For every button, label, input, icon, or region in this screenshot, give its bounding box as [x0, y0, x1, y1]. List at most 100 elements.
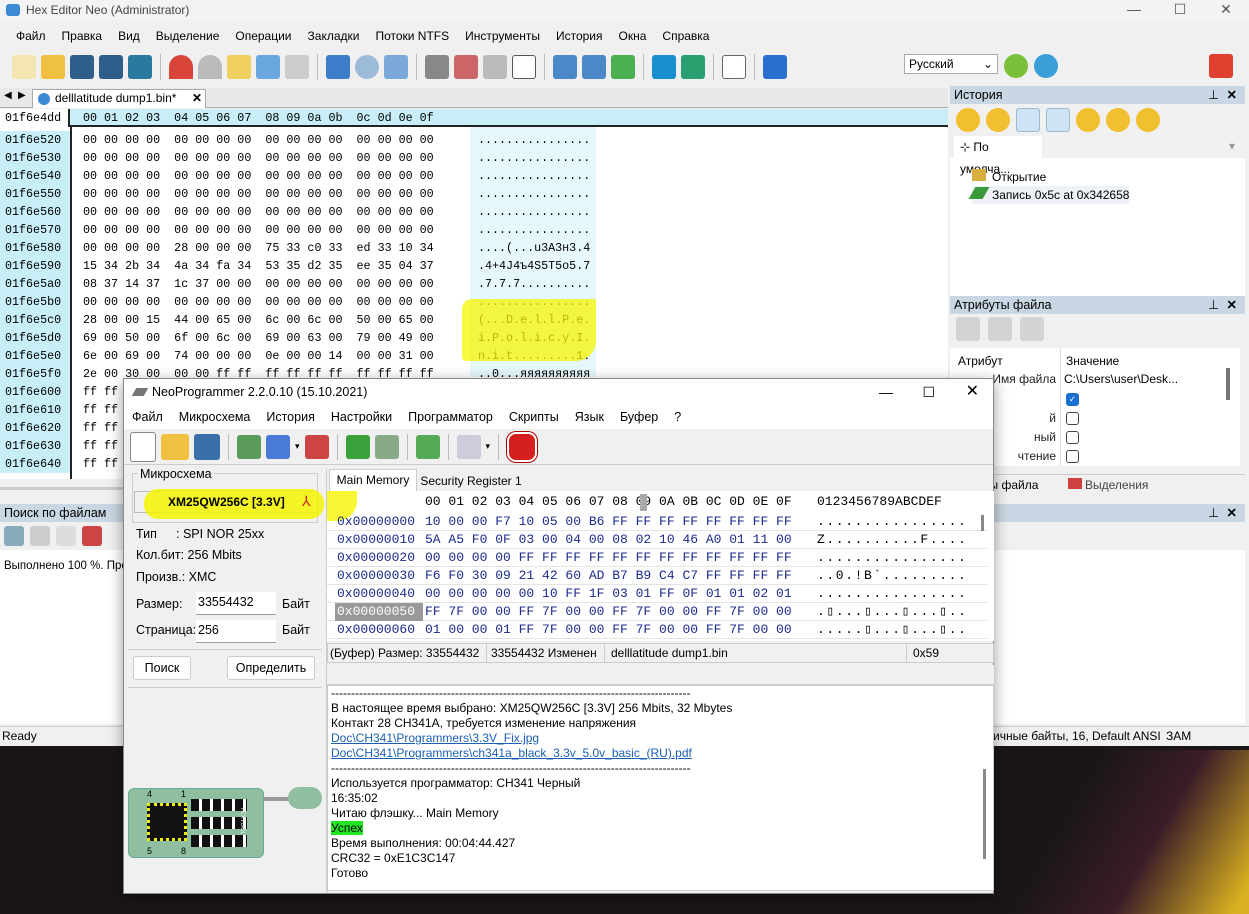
menu-item[interactable]: ? [666, 410, 689, 424]
save-icon[interactable] [70, 55, 94, 79]
menu-item[interactable]: Закладки [300, 29, 368, 43]
highlight-icon[interactable] [611, 55, 635, 79]
log-link[interactable]: Doc\CH341\Programmers\3.3V_Fix.jpg [331, 731, 990, 746]
info-icon[interactable] [763, 55, 787, 79]
scroll-left-icon[interactable]: ◀ [4, 90, 12, 101]
new-icon[interactable] [130, 431, 156, 462]
history-list-icon[interactable] [1016, 108, 1040, 132]
log-scrollbar[interactable] [983, 769, 986, 859]
menu-item[interactable]: Микросхема [171, 410, 259, 424]
splitter[interactable] [327, 665, 994, 685]
history-back-icon[interactable] [1076, 108, 1100, 132]
search-next-icon[interactable] [30, 526, 50, 546]
save-all-icon[interactable] [99, 55, 123, 79]
tab-security-register[interactable]: Security Register 1 [419, 471, 523, 491]
erase-chip-icon[interactable] [304, 434, 329, 459]
find-icon[interactable] [355, 55, 379, 79]
menu-item[interactable]: Инструменты [457, 29, 548, 43]
save-icon[interactable] [194, 433, 220, 460]
search-chip-button[interactable]: Поиск [133, 656, 191, 680]
monitor-icon[interactable] [652, 55, 676, 79]
pdf-icon[interactable]: ⅄ [302, 493, 311, 510]
pin-icon[interactable]: ⊥ [1208, 504, 1219, 522]
menu-item[interactable]: Потоки NTFS [367, 29, 457, 43]
scrollbar[interactable] [1226, 368, 1230, 400]
history-tree-icon[interactable] [1046, 108, 1070, 132]
checksum-icon[interactable] [483, 55, 507, 79]
menu-item[interactable]: Язык [567, 410, 612, 424]
close-panel-icon[interactable]: ✕ [1227, 296, 1237, 314]
log-text[interactable]: Doc\CH341\Programmers\ch341a_black_3.3v_… [331, 746, 692, 760]
menu-item[interactable]: Справка [654, 29, 717, 43]
history-icon[interactable] [956, 108, 980, 132]
new-file-icon[interactable] [12, 55, 36, 79]
auto-icon[interactable] [415, 434, 440, 459]
find-file-icon[interactable] [384, 55, 408, 79]
checkbox[interactable] [1066, 431, 1079, 444]
scrollbar[interactable] [981, 515, 984, 531]
menu-item[interactable]: Программатор [400, 410, 501, 424]
web-icon[interactable] [1034, 54, 1058, 78]
menu-item[interactable]: История [258, 410, 322, 424]
menu-item[interactable]: Файл [8, 29, 54, 43]
stop-search-icon[interactable] [82, 526, 102, 546]
menu-item[interactable]: Буфер [612, 410, 666, 424]
save-as-icon[interactable] [128, 55, 152, 79]
dropdown-icon[interactable]: ▾ [1229, 139, 1235, 153]
stop-icon[interactable] [507, 431, 538, 462]
history-forward-icon[interactable] [1106, 108, 1130, 132]
close-panel-icon[interactable]: ✕ [1227, 504, 1237, 522]
binary-icon[interactable] [512, 55, 536, 79]
history-clear-icon[interactable] [986, 108, 1010, 132]
checkbox[interactable] [1066, 412, 1079, 425]
menu-item[interactable]: История [548, 29, 611, 43]
copy-icon[interactable] [256, 55, 280, 79]
search-options-icon[interactable] [56, 526, 76, 546]
close-button[interactable]: ✕ [1203, 0, 1249, 20]
paste-icon[interactable] [285, 55, 309, 79]
verify-icon[interactable] [345, 434, 370, 459]
menu-item[interactable]: Окна [611, 29, 655, 43]
edit-icon[interactable] [227, 55, 251, 79]
log-text[interactable]: Doc\CH341\Programmers\3.3V_Fix.jpg [331, 731, 539, 745]
menu-item[interactable]: Правка [54, 29, 111, 43]
minimize-button[interactable]: — [879, 379, 893, 405]
menu-item[interactable]: Вид [110, 29, 148, 43]
open-icon[interactable] [161, 433, 189, 460]
tab-file[interactable]: delllatitude dump1.bin* ✕ [32, 89, 206, 108]
network-icon[interactable] [681, 55, 705, 79]
search-files-icon[interactable] [4, 526, 24, 546]
protect-lock-icon[interactable] [456, 434, 481, 459]
pin-icon[interactable]: ⊥ [1208, 86, 1219, 104]
undo-icon[interactable] [169, 55, 193, 79]
minimize-button[interactable]: — [1111, 0, 1157, 20]
tab-main-memory[interactable]: Main Memory [329, 469, 417, 491]
checkbox[interactable] [1066, 450, 1079, 463]
scroll-right-icon[interactable]: ▶ [18, 90, 26, 101]
compare-icon[interactable] [454, 55, 478, 79]
cancel-icon[interactable] [988, 317, 1012, 341]
view-hex-icon[interactable] [553, 55, 577, 79]
maximize-button[interactable]: ☐ [922, 379, 935, 405]
menu-item[interactable]: Настройки [323, 410, 400, 424]
pin-icon[interactable]: ⊥ [1208, 296, 1219, 314]
fill-icon[interactable] [425, 55, 449, 79]
size-field[interactable]: 33554432 [196, 592, 276, 615]
tab-selections[interactable]: Выделения [1068, 478, 1148, 492]
redo-icon[interactable] [198, 55, 222, 79]
page-field[interactable]: 256 [196, 620, 276, 643]
apply-icon[interactable] [956, 317, 980, 341]
history-item[interactable]: Запись 0x5c at 0x342658 [968, 186, 1130, 204]
add-language-icon[interactable] [1004, 54, 1028, 78]
history-export-icon[interactable] [1136, 108, 1160, 132]
menu-item[interactable]: Выделение [148, 29, 228, 43]
history-tab[interactable]: ⊹ По умолча... [954, 136, 1042, 176]
brand-icon[interactable] [1209, 54, 1233, 78]
checkbox-checked[interactable]: ✓ [1066, 393, 1079, 406]
close-button[interactable]: ✕ [966, 379, 979, 405]
close-tab-icon[interactable]: ✕ [192, 90, 202, 107]
memory-hex-view[interactable]: 00 01 02 03 04 05 06 07 08 09 0A 0B 0C 0… [327, 491, 994, 641]
settings-icon[interactable] [1020, 317, 1044, 341]
menu-item[interactable]: Скрипты [501, 410, 567, 424]
read-chip-icon[interactable] [237, 434, 261, 459]
